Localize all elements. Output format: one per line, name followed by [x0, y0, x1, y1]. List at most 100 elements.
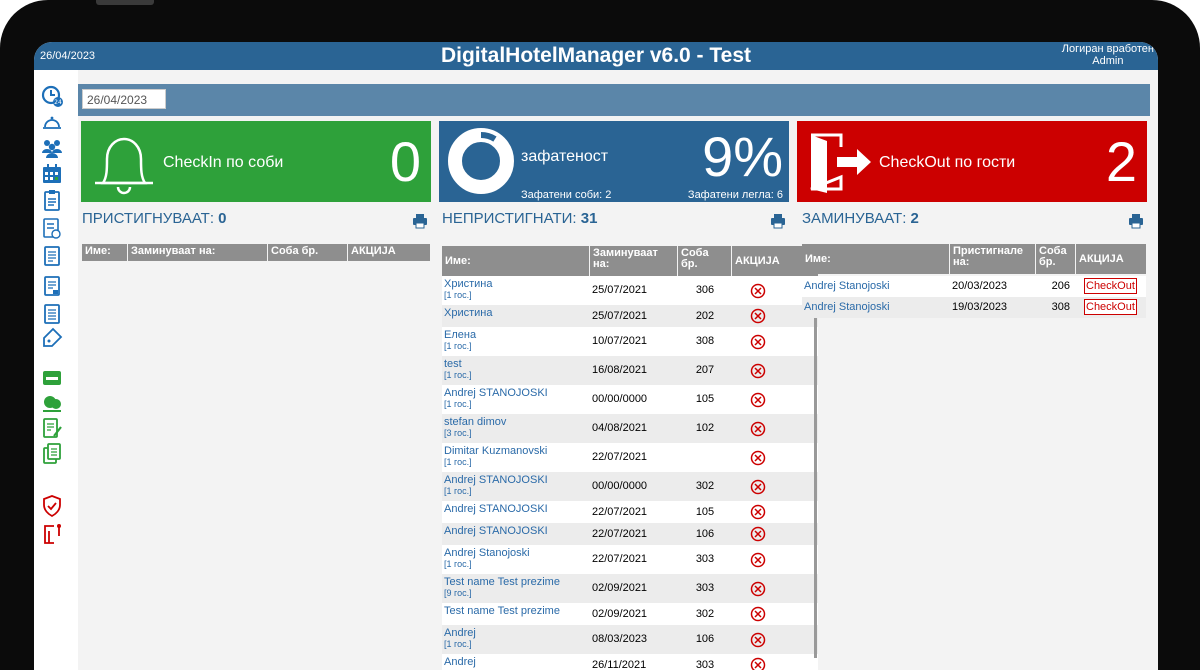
occupancy-tile[interactable]: зафатеност 9% Зафатени соби: 2 Зафатени …: [439, 121, 789, 202]
print-icon[interactable]: [1128, 213, 1144, 229]
cancel-icon[interactable]: [750, 363, 766, 379]
guest-name[interactable]: Andrej STANOJOSKI: [444, 387, 590, 399]
guest-name-cell[interactable]: Andrej: [442, 654, 590, 670]
guest-name-cell[interactable]: stefan dimov [3 гос.]: [442, 414, 590, 443]
shield-check-icon[interactable]: [40, 494, 64, 518]
table-row[interactable]: stefan dimov [3 гос.] 04/08/2021 102: [442, 414, 818, 443]
checkout-button[interactable]: CheckOut: [1084, 299, 1137, 315]
cancel-icon[interactable]: [750, 421, 766, 437]
tag-icon[interactable]: [40, 326, 64, 350]
arriving-title: ПРИСТИГНУВААТ: 0: [82, 210, 227, 227]
table-row[interactable]: Христина 25/07/2021 202: [442, 305, 818, 327]
guest-name[interactable]: Andrej Stanojoski: [802, 297, 950, 318]
housekeeping-icon[interactable]: [40, 366, 64, 390]
invoice-icon[interactable]: [40, 302, 64, 326]
table-row[interactable]: Andrej STANOJOSKI [1 гос.] 00/00/0000 302: [442, 472, 818, 501]
guest-name[interactable]: Елена: [444, 329, 590, 341]
cancel-icon[interactable]: [750, 450, 766, 466]
guest-name-cell[interactable]: Andrej Stanojoski [1 гос.]: [442, 545, 590, 574]
calendar-icon[interactable]: [40, 162, 64, 186]
guest-name[interactable]: Andrej: [444, 627, 590, 639]
guest-count: [3 гос.]: [444, 428, 472, 438]
table-row[interactable]: Test name Test prezime 02/09/2021 302: [442, 603, 818, 625]
guest-name-cell[interactable]: Andrej STANOJOSKI [1 гос.]: [442, 472, 590, 501]
col-action: АКЦИЈА: [351, 245, 396, 257]
checklist-view-icon[interactable]: [40, 216, 64, 240]
guest-name-cell[interactable]: Andrej STANOJOSKI [1 гос.]: [442, 385, 590, 414]
print-icon[interactable]: [412, 213, 428, 229]
clock-24-icon[interactable]: 24: [40, 84, 64, 108]
clipboard-icon[interactable]: [40, 188, 64, 212]
table-row[interactable]: Andrej 26/11/2021 303: [442, 654, 818, 670]
guest-name-cell[interactable]: Test name Test prezime [9 гос.]: [442, 574, 590, 603]
cancel-icon[interactable]: [750, 552, 766, 568]
guest-name[interactable]: Test name Test prezime: [444, 576, 590, 588]
cancel-icon[interactable]: [750, 526, 766, 542]
guest-name[interactable]: Andrej STANOJOSKI: [444, 474, 590, 486]
cancel-icon[interactable]: [750, 392, 766, 408]
guest-name[interactable]: Andrej STANOJOSKI: [444, 503, 590, 515]
col-room: Соба бр.: [1036, 244, 1076, 274]
table-row[interactable]: Test name Test prezime [9 гос.] 02/09/2021…: [442, 574, 818, 603]
checkout-button[interactable]: CheckOut: [1084, 278, 1137, 294]
guest-name-cell[interactable]: Христина [1 гос.]: [442, 276, 590, 305]
exit-door-icon: [810, 133, 871, 193]
print-icon[interactable]: [770, 213, 786, 229]
table-row[interactable]: Andrej STANOJOSKI 22/07/2021 105: [442, 501, 818, 523]
cancel-icon[interactable]: [750, 632, 766, 648]
guest-name[interactable]: Andrej STANOJOSKI: [444, 525, 590, 537]
checkin-tile[interactable]: CheckIn по соби 0: [81, 121, 431, 202]
guest-name[interactable]: Andrej: [444, 656, 590, 668]
guest-name[interactable]: Христина: [444, 278, 590, 290]
checkout-tile[interactable]: CheckOut по гости 2: [797, 121, 1147, 202]
date-input[interactable]: 26/04/2023: [82, 89, 166, 109]
cancel-icon[interactable]: [750, 657, 766, 670]
table-row[interactable]: Andrej STANOJOSKI [1 гос.] 00/00/0000 105: [442, 385, 818, 414]
table-row[interactable]: Andrej Stanojoski 20/03/2023 206 CheckOut: [802, 276, 1146, 297]
edit-note-icon[interactable]: [40, 416, 64, 440]
cancel-icon[interactable]: [750, 504, 766, 520]
reception-bell-icon[interactable]: [40, 110, 64, 134]
guest-name[interactable]: Dimitar Kuzmanovski: [444, 445, 590, 457]
guest-name-cell[interactable]: Елена [1 гос.]: [442, 327, 590, 356]
room-number: 105: [695, 393, 715, 405]
guest-name-cell[interactable]: test [1 гос.]: [442, 356, 590, 385]
guest-name-cell[interactable]: Test name Test prezime: [442, 603, 590, 625]
guest-name[interactable]: test: [444, 358, 590, 370]
table-row[interactable]: Елена [1 гос.] 10/07/2021 308: [442, 327, 818, 356]
cancel-icon[interactable]: [750, 283, 766, 299]
guest-name[interactable]: stefan dimov: [444, 416, 590, 428]
guest-name-cell[interactable]: Andrej STANOJOSKI: [442, 523, 590, 545]
top-bar: 26/04/2023 DigitalHotelManager v6.0 - Te…: [34, 42, 1158, 70]
cancel-icon[interactable]: [750, 606, 766, 622]
document-list-icon[interactable]: [40, 244, 64, 268]
guests-icon[interactable]: [40, 136, 64, 160]
logout-icon[interactable]: [40, 522, 64, 546]
copy-documents-icon[interactable]: [40, 442, 64, 466]
guest-name-cell[interactable]: Dimitar Kuzmanovski [1 гос.]: [442, 443, 590, 472]
arriving-title-label: ПРИСТИГНУВААТ:: [82, 210, 219, 227]
cancel-icon[interactable]: [750, 479, 766, 495]
table-row[interactable]: Andrej Stanojoski [1 гос.] 22/07/2021 303: [442, 545, 818, 574]
guest-name-cell[interactable]: Andrej STANOJOSKI: [442, 501, 590, 523]
restaurant-icon[interactable]: [40, 392, 64, 416]
guest-name-cell[interactable]: Andrej [1 гос.]: [442, 625, 590, 654]
room-number: 206: [1051, 280, 1070, 292]
table-scrollbar[interactable]: [814, 288, 817, 658]
table-row[interactable]: Dimitar Kuzmanovski [1 гос.] 22/07/2021: [442, 443, 818, 472]
guest-name[interactable]: Христина: [444, 307, 590, 319]
cancel-icon[interactable]: [750, 334, 766, 350]
table-row[interactable]: Andrej Stanojoski 19/03/2023 308 CheckOut: [802, 297, 1146, 318]
document-report-icon[interactable]: [40, 274, 64, 298]
cancel-icon[interactable]: [750, 308, 766, 324]
cancel-icon[interactable]: [750, 581, 766, 597]
guest-name[interactable]: Andrej Stanojoski: [444, 547, 590, 559]
table-row[interactable]: test [1 гос.] 16/08/2021 207: [442, 356, 818, 385]
guest-count: [1 гос.]: [444, 639, 472, 649]
table-row[interactable]: Христина [1 гос.] 25/07/2021 306: [442, 276, 818, 305]
table-row[interactable]: Andrej STANOJOSKI 22/07/2021 106: [442, 523, 818, 545]
guest-name-cell[interactable]: Христина: [442, 305, 590, 327]
guest-name[interactable]: Andrej Stanojoski: [802, 276, 950, 297]
table-row[interactable]: Andrej [1 гос.] 08/03/2023 106: [442, 625, 818, 654]
guest-name[interactable]: Test name Test prezime: [444, 605, 590, 617]
